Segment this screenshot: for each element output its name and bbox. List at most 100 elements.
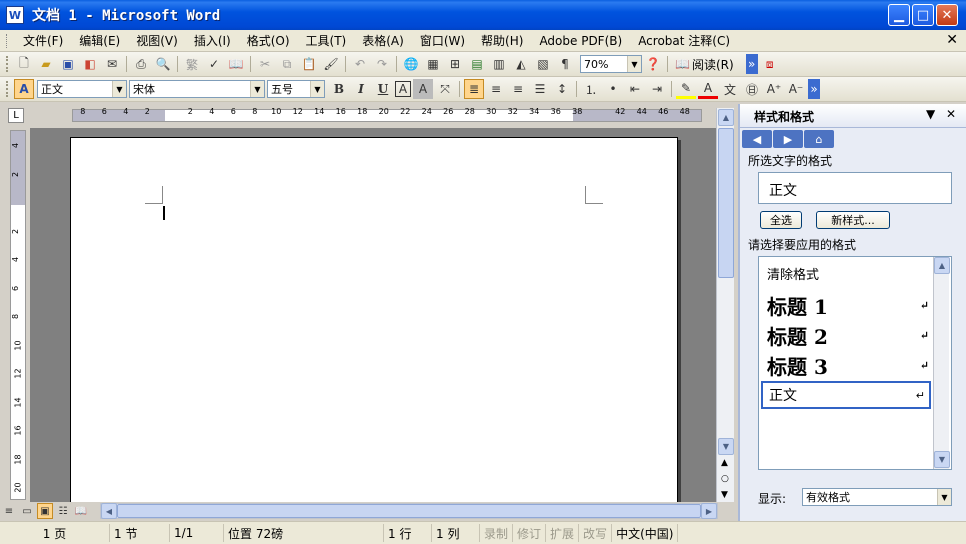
styles-formatting-icon[interactable]: A	[14, 79, 34, 99]
web-layout-icon[interactable]: ▭	[19, 501, 35, 521]
menu-tools[interactable]: 工具(T)	[298, 32, 355, 49]
horizontal-scrollbar[interactable]: ◀ ▶	[100, 503, 718, 519]
status-record[interactable]: 录制	[480, 524, 514, 542]
normal-view-icon[interactable]: ≡	[1, 501, 17, 521]
undo-icon[interactable]: ↶	[350, 54, 370, 74]
new-style-button[interactable]: 新样式...	[816, 211, 890, 229]
cut-icon[interactable]: ✂	[255, 54, 275, 74]
select-all-button[interactable]: 全选	[760, 211, 802, 229]
redo-icon[interactable]: ↷	[372, 54, 392, 74]
read-button[interactable]: 📖 阅读(R)	[671, 56, 738, 73]
character-shading-icon[interactable]: A	[413, 79, 433, 99]
show-select[interactable]: 有效格式 ▼	[802, 488, 952, 506]
columns-icon[interactable]: ▥	[489, 54, 509, 74]
document-map-icon[interactable]: ▧	[533, 54, 553, 74]
horizontal-ruler[interactable]: L 8 6 4 2 2 4 6 8 10 12 14 16 18 20 22 24 26 28 30 32 34 36 38…	[0, 104, 740, 126]
drawing-icon[interactable]: ◭	[511, 54, 531, 74]
menu-table[interactable]: 表格(A)	[354, 32, 412, 49]
close-document-icon[interactable]: ✕	[946, 32, 958, 48]
menu-format[interactable]: 格式(O)	[239, 32, 298, 49]
style-normal[interactable]: 正文 ↵	[761, 381, 931, 409]
numbering-icon[interactable]: ⒈	[581, 79, 601, 99]
permission-icon[interactable]: ◧	[80, 54, 100, 74]
vertical-scrollbar[interactable]: ▲ ▼ ▲ ○ ▼	[716, 108, 734, 502]
style-select[interactable]: 正文 ▼	[37, 80, 127, 98]
distributed-icon[interactable]: ☰	[530, 79, 550, 99]
research-icon[interactable]: 📖	[226, 54, 246, 74]
italic-button[interactable]: I	[351, 79, 371, 99]
format-painter-icon[interactable]: 🖌	[321, 54, 341, 74]
word-app-icon[interactable]: W	[6, 6, 24, 24]
font-color-icon[interactable]: A	[698, 79, 718, 99]
chevron-down-icon[interactable]: ▼	[627, 56, 641, 72]
scroll-up-icon[interactable]: ▲	[934, 257, 950, 274]
insert-table-icon[interactable]: ⊞	[445, 54, 465, 74]
grow-font-icon[interactable]: A⁺	[764, 79, 784, 99]
task-pane-close-icon[interactable]: ✕	[946, 107, 956, 121]
increase-indent-icon[interactable]: ⇥	[647, 79, 667, 99]
bold-button[interactable]: B	[329, 79, 349, 99]
hyperlink-icon[interactable]: 🌐	[401, 54, 421, 74]
menu-file[interactable]: 文件(F)	[15, 32, 71, 49]
vertical-scroll-thumb[interactable]	[718, 128, 734, 278]
decrease-indent-icon[interactable]: ⇤	[625, 79, 645, 99]
forward-icon[interactable]: ▶	[773, 130, 803, 148]
style-list[interactable]: 清除格式 标题 1 ↵ 标题 2 ↵ 标题 3 ↵ 正文 ↵ ▲ ▼	[758, 256, 952, 470]
status-overtype[interactable]: 改写	[579, 524, 613, 542]
reading-layout-icon[interactable]: 📖	[73, 501, 89, 521]
highlight-icon[interactable]: ✎	[676, 79, 696, 99]
style-heading-3[interactable]: 标题 3 ↵	[765, 351, 933, 379]
tables-borders-icon[interactable]: ▦	[423, 54, 443, 74]
phonetic-guide-icon[interactable]: 文	[720, 79, 740, 99]
font-size-select[interactable]: 五号 ▼	[267, 80, 325, 98]
style-list-scrollbar[interactable]: ▲ ▼	[933, 257, 950, 469]
menu-insert[interactable]: 插入(I)	[186, 32, 239, 49]
print-preview-icon[interactable]: 🔍	[153, 54, 173, 74]
home-icon[interactable]: ⌂	[804, 130, 834, 148]
line-spacing-icon[interactable]: ↕	[552, 79, 572, 99]
style-clear-formatting[interactable]: 清除格式	[765, 263, 933, 283]
email-icon[interactable]: ✉	[102, 54, 122, 74]
menu-adobe-pdf[interactable]: Adobe PDF(B)	[531, 34, 630, 48]
enclose-characters-icon[interactable]: ㊐	[742, 79, 762, 99]
menu-acrobat-comments[interactable]: Acrobat 注释(C)	[630, 32, 738, 49]
paste-icon[interactable]: 📋	[299, 54, 319, 74]
status-track-changes[interactable]: 修订	[513, 524, 547, 542]
scroll-down-icon[interactable]: ▼	[934, 451, 950, 468]
underline-button[interactable]: U	[373, 79, 393, 99]
copy-icon[interactable]: ⧉	[277, 54, 297, 74]
toolbar-options-2-icon[interactable]: »	[808, 79, 820, 99]
task-pane-menu-icon[interactable]: ▼	[926, 107, 935, 121]
align-right-icon[interactable]: ≡	[508, 79, 528, 99]
menu-grip[interactable]	[6, 33, 9, 48]
style-heading-1[interactable]: 标题 1 ↵	[765, 291, 933, 319]
vertical-ruler[interactable]: 4 2 2 4 6 8 10 12 14 16 18 20	[10, 130, 26, 500]
character-border-icon[interactable]: A	[395, 81, 411, 97]
horizontal-scroll-thumb[interactable]	[117, 504, 701, 518]
minimize-button[interactable]: ▁	[888, 4, 910, 26]
bullets-icon[interactable]: •	[603, 79, 623, 99]
status-extend[interactable]: 扩展	[546, 524, 580, 542]
menu-window[interactable]: 窗口(W)	[412, 32, 473, 49]
close-button[interactable]: ✕	[936, 4, 958, 26]
traditional-chinese-icon[interactable]: 繁	[182, 54, 202, 74]
insert-excel-icon[interactable]: ▤	[467, 54, 487, 74]
style-heading-2[interactable]: 标题 2 ↵	[765, 321, 933, 349]
menu-help[interactable]: 帮助(H)	[473, 32, 531, 49]
show-hide-icon[interactable]: ¶	[555, 54, 575, 74]
font-select[interactable]: 宋体 ▼	[129, 80, 265, 98]
zoom-select[interactable]: 70% ▼	[580, 55, 642, 73]
scroll-right-icon[interactable]: ▶	[701, 503, 717, 519]
scroll-down-icon[interactable]: ▼	[718, 438, 734, 455]
print-icon[interactable]: ⎙	[131, 54, 151, 74]
chevron-down-icon[interactable]: ▼	[937, 489, 951, 505]
help-icon[interactable]: ❓	[643, 54, 663, 74]
scroll-up-icon[interactable]: ▲	[718, 109, 734, 126]
menu-edit[interactable]: 编辑(E)	[71, 32, 128, 49]
align-justify-icon[interactable]: ≣	[464, 79, 484, 99]
browse-object-icon[interactable]: ○	[721, 474, 729, 484]
document-area[interactable]	[30, 128, 716, 502]
current-format-box[interactable]: 正文	[758, 172, 952, 204]
previous-page-icon[interactable]: ▲	[721, 458, 728, 468]
outline-view-icon[interactable]: ☷	[55, 501, 71, 521]
